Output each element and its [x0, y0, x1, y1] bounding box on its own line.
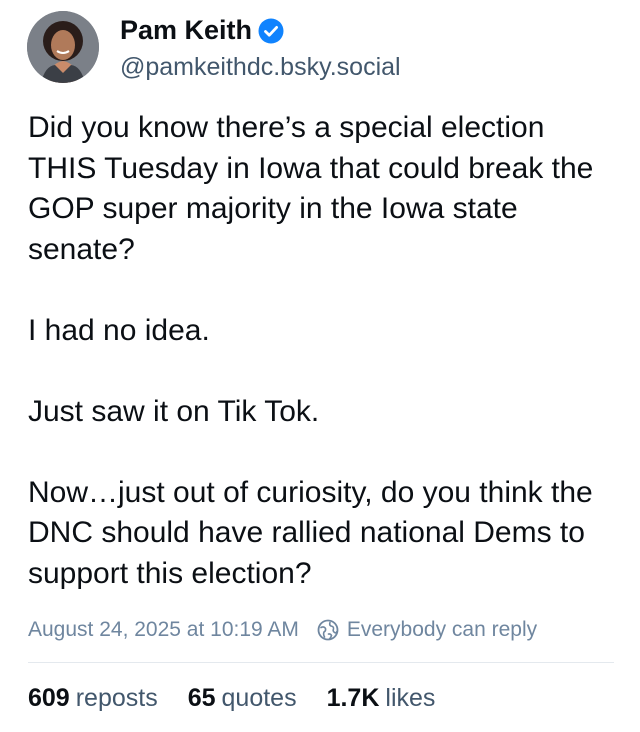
author-handle[interactable]: @pamkeithdc.bsky.social	[120, 53, 401, 82]
post-paragraph: Did you know there’s a special election …	[28, 111, 594, 266]
post-paragraph: I had no idea.	[28, 313, 210, 347]
post-timestamp: August 24, 2025 at 10:19 AM	[28, 618, 299, 641]
post-paragraph: Just saw it on Tik Tok.	[28, 394, 320, 428]
likes-label: likes	[385, 684, 436, 712]
reply-setting-label: Everybody can reply	[346, 618, 538, 641]
quotes-count: 65	[187, 684, 216, 712]
globe-icon	[317, 619, 339, 641]
quotes-label: quotes	[221, 684, 297, 712]
post-paragraph: Now…just out of curiosity, do you think …	[28, 475, 593, 590]
divider	[28, 662, 614, 663]
post-detail: Pam Keith @pamkeithdc.bsky.social Did yo…	[0, 0, 640, 732]
post-meta: August 24, 2025 at 10:19 AM Everybody ca…	[28, 616, 537, 644]
reposts-label: reposts	[75, 684, 158, 712]
likes-count: 1.7K	[326, 684, 380, 712]
author-name[interactable]: Pam Keith	[120, 15, 284, 46]
verified-check-icon[interactable]	[258, 18, 284, 44]
quotes-stat[interactable]: 65 quotes	[188, 684, 297, 713]
reply-setting[interactable]: Everybody can reply	[317, 618, 537, 642]
likes-stat[interactable]: 1.7K likes	[327, 684, 436, 713]
author-name-text: Pam Keith	[120, 15, 253, 45]
post-text: Did you know there’s a special election …	[28, 108, 618, 594]
post-stats: 609 reposts 65 quotes 1.7K likes	[28, 684, 465, 713]
reposts-count: 609	[28, 684, 70, 712]
reposts-stat[interactable]: 609 reposts	[28, 684, 158, 713]
avatar[interactable]	[27, 11, 99, 83]
avatar-image	[27, 11, 99, 83]
